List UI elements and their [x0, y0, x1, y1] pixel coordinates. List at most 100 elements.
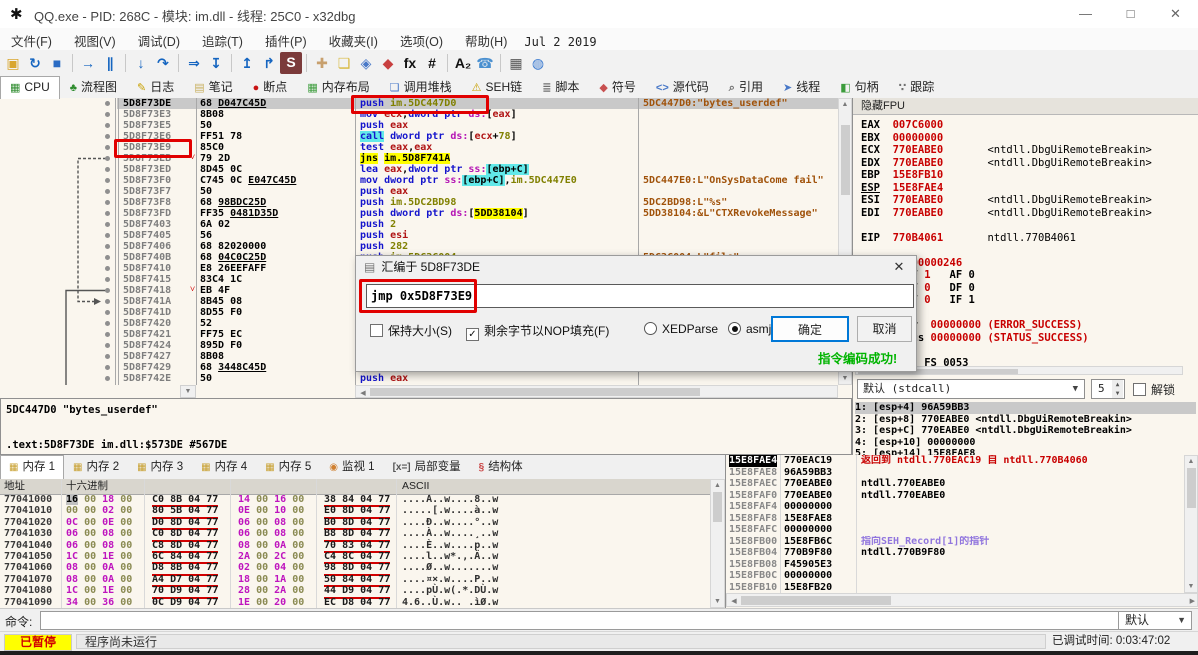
breakpoint-dot[interactable]: [105, 354, 110, 359]
close-debuggee-icon[interactable]: ■: [46, 52, 68, 74]
disasm-row[interactable]: ˅ 5D8F73EB 79 2D jns im.5D8F741A: [0, 153, 852, 164]
breakpoint-dot[interactable]: [105, 200, 110, 205]
register-row[interactable]: EBX 00000000: [861, 132, 1196, 145]
disasm-row[interactable]: 5D8F73F7 50 push eax: [0, 186, 852, 197]
step-over-icon[interactable]: ↷: [152, 52, 174, 74]
step-out-icon[interactable]: ↧: [205, 52, 227, 74]
arg-row[interactable]: 5: [esp+14] 15E8FAE8: [855, 448, 1196, 455]
xedparse-radio[interactable]: XEDParse: [644, 322, 718, 336]
disasm-row[interactable]: 5D8F73DE 68 D047C45D push im.5DC447D0 5DC44…: [0, 98, 852, 109]
unlock-checkbox[interactable]: 解锁: [1133, 381, 1175, 398]
disasm-row[interactable]: 5D8F73F8 68 98BDC25D push im.5DC2BD98 5DC2B…: [0, 197, 852, 208]
breakpoint-dot[interactable]: [105, 101, 110, 106]
dump-row[interactable]: 77041030 06 00 08 00 C0 8D 04 77 06 00 08 0…: [0, 528, 710, 542]
disasm-row[interactable]: 5D8F73F0 C745 0C E047C45D mov dword ptr ss…: [0, 175, 852, 186]
stepper-arrows-icon[interactable]: ▲ ▼: [1112, 380, 1123, 398]
checkbox-icon[interactable]: [370, 324, 383, 337]
tab-引用[interactable]: ⌕ 引用: [719, 76, 773, 97]
nop-fill-checkbox[interactable]: ✓ 剩余字节以NOP填充(F): [466, 322, 609, 341]
breakpoint-dot[interactable]: [105, 244, 110, 249]
tab-局部变量[interactable]: [x=] 局部变量: [384, 455, 470, 478]
tab-脚本[interactable]: ≣ 脚本: [532, 76, 589, 97]
patch-icon[interactable]: ✚: [311, 52, 333, 74]
globe-icon[interactable]: ◍: [527, 52, 549, 74]
disasm-row[interactable]: 5D8F73FD FF35 0481D35D push dword ptr ds:[…: [0, 208, 852, 219]
dump-row[interactable]: 77041070 08 00 0A 00 A4 D7 04 77 18 00 1A 0…: [0, 574, 710, 588]
asmjit-radio[interactable]: asmjit: [728, 322, 777, 336]
register-row[interactable]: EIP 770B4061 ntdll.770B4061: [861, 232, 1196, 245]
breakpoint-dot[interactable]: [105, 365, 110, 370]
dump-row[interactable]: 77041060 08 00 0A 00 D8 8B 04 77 02 00 04 0…: [0, 562, 710, 576]
breakpoint-dot[interactable]: [105, 266, 110, 271]
arg-row[interactable]: 2: [esp+8] 770EABE0 <ntdll.DbgUiRemoteBr…: [855, 414, 1196, 426]
disasm-row[interactable]: 5D8F73E3 8B08 mov ecx,dword ptr ds:[eax]: [0, 109, 852, 120]
breakpoint-dot[interactable]: [105, 156, 110, 161]
stack-row[interactable]: 15E8FAE4 770EAC19 返回到 ntdll.770EAC19 自 ntd…: [726, 455, 1184, 467]
tab-内存 5[interactable]: ▦ 内存 5: [256, 455, 320, 478]
tab-日志[interactable]: ✎ 日志: [127, 76, 184, 97]
disasm-hscrollbar[interactable]: ◀: [355, 385, 838, 398]
restart-icon[interactable]: ↻: [24, 52, 46, 74]
register-row[interactable]: EDX 770EABE0 <ntdll.DbgUiRemoteBreakin>: [861, 157, 1196, 170]
stack-row[interactable]: 15E8FAF4 00000000: [726, 501, 1184, 513]
breakpoint-dot[interactable]: [105, 321, 110, 326]
tab-结构体[interactable]: § 结构体: [470, 455, 532, 478]
disasm-row[interactable]: 5D8F73ED 8D45 0C lea eax,dword ptr ss:[ebp…: [0, 164, 852, 175]
minimize-button[interactable]: —: [1063, 0, 1108, 28]
memory-dump-pane[interactable]: ▦ 内存 1 ▦ 内存 2 ▦ 内存 3 ▦ 内存 4 ▦ 内存 5 ◉ 监视 1 [x=] 局部变量 § 结…: [0, 455, 725, 608]
label-icon[interactable]: ◈: [355, 52, 377, 74]
tab-句柄[interactable]: ◧ 句柄: [830, 76, 888, 97]
script-s-icon[interactable]: S: [280, 52, 302, 74]
tab-断点[interactable]: ● 断点: [243, 76, 298, 97]
breakpoint-dot[interactable]: [105, 167, 110, 172]
disasm-row[interactable]: 5D8F73E9 85C0 test eax,eax: [0, 142, 852, 153]
stack-row[interactable]: 15E8FB10 15E8FB20: [726, 582, 1184, 594]
open-file-icon[interactable]: ▣: [2, 52, 24, 74]
disasm-row[interactable]: 5D8F7403 6A 02 push 2: [0, 219, 852, 230]
maximize-button[interactable]: □: [1108, 0, 1153, 28]
attach-icon[interactable]: ☎: [474, 52, 496, 74]
execute-till-return-icon[interactable]: ↥: [236, 52, 258, 74]
breakpoint-dot[interactable]: [105, 310, 110, 315]
radio-selected-icon[interactable]: [728, 322, 741, 335]
register-row[interactable]: EBP 15E8FB10: [861, 169, 1196, 182]
hide-fpu-button[interactable]: 隐藏FPU: [853, 98, 1198, 115]
arg-count-stepper[interactable]: 5 ▲ ▼: [1091, 379, 1125, 399]
breakpoint-dot[interactable]: [105, 123, 110, 128]
tab-内存布局[interactable]: ▦ 内存布局: [297, 76, 379, 97]
tab-调用堆栈[interactable]: ❏ 调用堆栈: [380, 76, 462, 97]
breakpoint-dot[interactable]: [105, 178, 110, 183]
stack-hscrollbar[interactable]: ◀ ▶: [726, 593, 1198, 607]
breakpoint-dot[interactable]: [105, 299, 110, 304]
dump-row[interactable]: 77041050 1C 00 1E 00 6C 84 04 77 2A 00 2C 0…: [0, 551, 710, 565]
disasm-row[interactable]: 5D8F73E6 FF51 78 call dword ptr ds:[ecx+78…: [0, 131, 852, 142]
register-row[interactable]: EDI 770EABE0 <ntdll.DbgUiRemoteBreakin>: [861, 207, 1196, 220]
tab-符号[interactable]: ◆ 符号: [589, 76, 645, 97]
close-button[interactable]: ✕: [1153, 0, 1198, 28]
run-icon[interactable]: →: [77, 52, 99, 74]
tab-内存 1[interactable]: ▦ 内存 1: [0, 455, 65, 480]
tab-线程[interactable]: ➤ 线程: [773, 76, 830, 97]
function-icon[interactable]: fx: [399, 52, 421, 74]
tab-跟踪[interactable]: ∵ 跟踪: [889, 76, 945, 97]
run-to-user-code-icon[interactable]: ⇒: [183, 52, 205, 74]
stack-row[interactable]: 15E8FAE8 96A59BB3: [726, 467, 1184, 479]
breakpoint-dot[interactable]: [105, 134, 110, 139]
stack-row[interactable]: 15E8FAF8 15E8FAE8: [726, 513, 1184, 525]
breakpoint-dot[interactable]: [105, 145, 110, 150]
font-icon[interactable]: A₂: [452, 52, 474, 74]
disasm-gutter-scroll-down[interactable]: ▼: [180, 385, 196, 398]
pause-icon[interactable]: ∥: [99, 52, 121, 74]
dump-row[interactable]: 77041080 1C 00 1E 00 70 D9 04 77 28 00 2A 0…: [0, 585, 710, 599]
disasm-row[interactable]: 5D8F742E 50 push eax: [0, 373, 852, 384]
checkbox-icon[interactable]: [1133, 383, 1146, 396]
tab-监视 1[interactable]: ◉ 监视 1: [320, 455, 383, 478]
tab-流程图[interactable]: ♣ 流程图: [60, 76, 127, 97]
stack-pane[interactable]: 15E8FAE4 770EAC19 返回到 ntdll.770EAC19 自 ntd…: [725, 455, 1198, 608]
stack-row[interactable]: 15E8FB08 F45905E3: [726, 559, 1184, 571]
command-input[interactable]: [40, 611, 1120, 630]
tab-SEH链[interactable]: ⚠ SEH链: [462, 76, 533, 97]
register-row[interactable]: ESI 770EABE0 <ntdll.DbgUiRemoteBreakin>: [861, 194, 1196, 207]
register-row[interactable]: EAX 007C6000: [861, 119, 1196, 132]
breakpoint-dot[interactable]: [105, 189, 110, 194]
